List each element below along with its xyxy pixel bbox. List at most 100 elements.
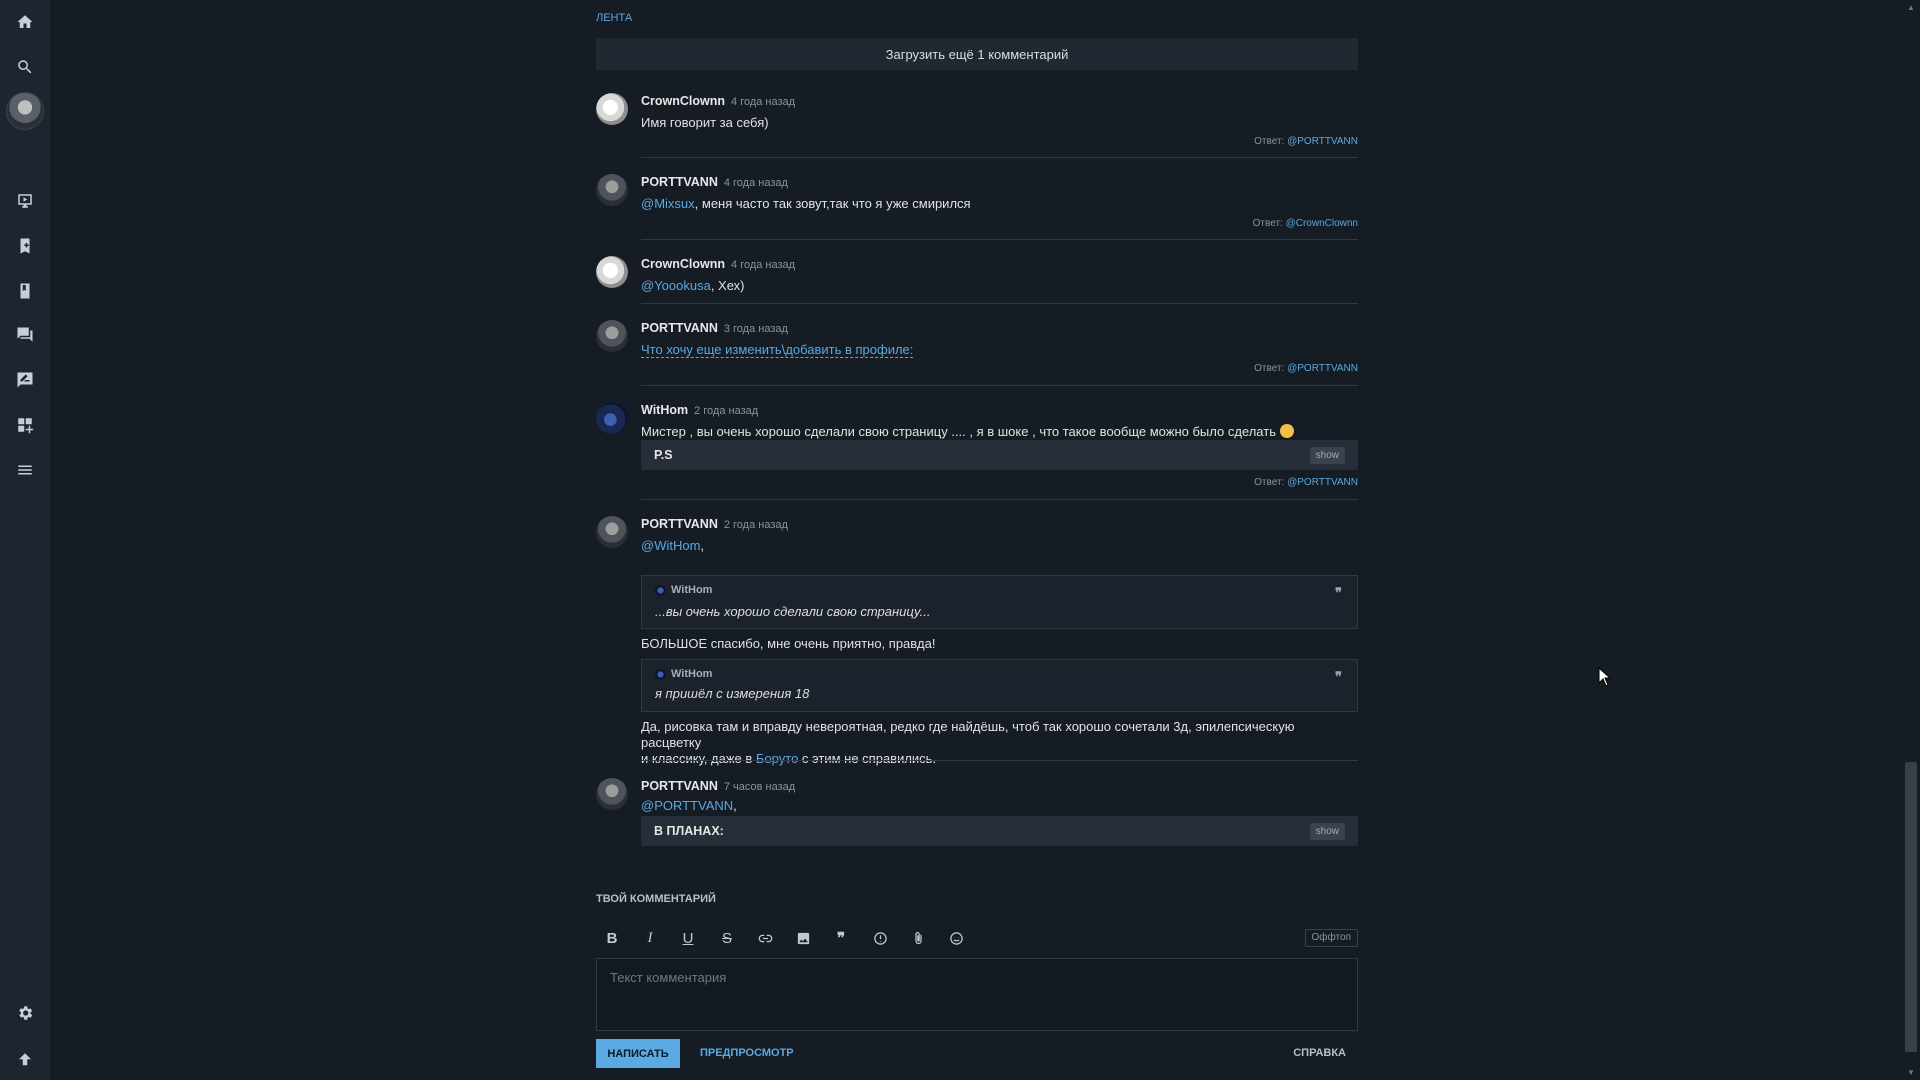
comment-author[interactable]: PORTTVANN (641, 320, 718, 336)
tv-icon (18, 194, 32, 208)
search-icon (18, 60, 32, 74)
forum-icon (17, 327, 33, 342)
submit-comment-button[interactable]: НАПИСАТЬ (596, 1039, 680, 1068)
comment-author[interactable]: PORTTVANN (641, 778, 718, 794)
comment-time: 2 года назад (694, 405, 759, 417)
comment-author[interactable]: PORTTVANN (641, 516, 718, 532)
spoiler-link[interactable]: Что хочу еще изменить\добавить в профиле… (641, 342, 914, 358)
home-icon (17, 15, 33, 28)
avatar[interactable] (596, 516, 628, 548)
sidebar-item-settings[interactable] (0, 995, 50, 1031)
quote-icon: ❞ (836, 930, 846, 947)
attach-button[interactable] (905, 925, 931, 951)
link-icon (758, 934, 772, 942)
comment-author[interactable]: CrownClownn (641, 256, 725, 272)
quote-author[interactable]: WitHom (671, 668, 712, 680)
spoiler-block: P.S show (641, 440, 1358, 470)
mention-link[interactable]: @PORTTVANN (641, 798, 733, 813)
avatar[interactable] (596, 320, 628, 352)
offtop-toggle[interactable]: Оффтоп (1304, 929, 1358, 947)
italic-button[interactable]: I (637, 925, 663, 951)
boruto-link[interactable]: Боруто (756, 751, 798, 766)
sidebar-item-watch[interactable] (0, 183, 50, 219)
scrollbar[interactable]: ▲ ▼ (1902, 0, 1920, 1080)
sidebar-item-bookmarks[interactable] (0, 228, 50, 264)
smile-icon (949, 931, 963, 945)
mention-link[interactable]: @Yoookusa (641, 278, 711, 293)
avatar[interactable] (596, 93, 628, 125)
comment-author[interactable]: PORTTVANN (641, 174, 718, 190)
sidebar (0, 0, 50, 1080)
comment-time: 2 года назад (723, 519, 788, 531)
smile-emoji-icon (1279, 424, 1294, 438)
reply-info: Ответ: @PORTTVANN (1254, 477, 1358, 488)
sidebar-item-search[interactable] (0, 49, 50, 85)
divider (641, 760, 1358, 761)
spoiler-show-button[interactable]: show (1309, 822, 1345, 840)
sidebar-item-library[interactable] (0, 273, 50, 309)
quote-block: WitHom ❞ ...вы очень хорошо сделали свою… (641, 575, 1358, 629)
avatar[interactable] (596, 402, 628, 434)
reply-mention[interactable]: @PORTTVANN (1287, 136, 1358, 147)
divider (641, 239, 1358, 240)
avatar[interactable] (596, 174, 628, 206)
mouse-cursor-icon (1598, 667, 1612, 687)
mention-link[interactable]: @Mixsux (641, 196, 695, 211)
arrow-up-icon (19, 1053, 31, 1066)
scroll-down-arrow-icon[interactable]: ▼ (1907, 1068, 1915, 1077)
reply-info: Ответ: @CrownClownn (1252, 218, 1358, 229)
comment-textarea[interactable] (596, 958, 1358, 1031)
message-edit-icon (17, 372, 33, 388)
link-button[interactable] (752, 925, 778, 951)
reply-mention[interactable]: @PORTTVANN (1287, 363, 1358, 374)
comment-author[interactable]: WitHom (641, 402, 688, 418)
mention-link[interactable]: @WitHom (641, 538, 700, 553)
quote-button[interactable]: ❞ (828, 925, 854, 951)
comment-author[interactable]: CrownClownn (641, 93, 725, 109)
avatar[interactable] (596, 256, 628, 288)
spoiler-button[interactable] (867, 925, 893, 951)
comment-time: 3 года назад (723, 323, 788, 335)
sidebar-item-catalog[interactable] (0, 407, 50, 443)
quote-block: WitHom ❞ я пришёл с измерения 18 (641, 659, 1358, 712)
divider (641, 157, 1358, 158)
avatar[interactable] (6, 92, 44, 130)
help-link[interactable]: СПРАВКА (1293, 1047, 1346, 1059)
avatar[interactable] (596, 778, 628, 810)
underline-button[interactable]: U (675, 925, 701, 951)
reply-mention[interactable]: @CrownClownn (1286, 218, 1358, 229)
image-icon (797, 932, 809, 944)
quote-author[interactable]: WitHom (671, 584, 712, 596)
preview-button[interactable]: ПРЕДПРОСМОТР (700, 1047, 794, 1059)
comment-text: Имя говорит за себя) (641, 115, 769, 130)
scrollbar-thumb[interactable] (1905, 762, 1917, 1052)
sidebar-item-menu[interactable] (0, 452, 50, 488)
comment-text: @WitHom, (641, 538, 705, 553)
comment-form-title: ТВОЙ КОММЕНТАРИЙ (596, 893, 716, 905)
bold-button[interactable]: B (599, 925, 625, 951)
image-button[interactable] (790, 925, 816, 951)
sidebar-item-forum[interactable] (0, 317, 50, 353)
load-more-comments-button[interactable]: Загрузить ещё 1 комментарий (596, 38, 1358, 70)
emoji-button[interactable] (943, 925, 969, 951)
sidebar-item-scroll-top[interactable] (0, 1042, 50, 1078)
scroll-up-arrow-icon[interactable]: ▲ (1907, 3, 1915, 12)
comment-text: @PORTTVANN, (641, 798, 737, 813)
paperclip-icon (914, 931, 922, 944)
divider (641, 303, 1358, 304)
comment-text: Мистер , вы очень хорошо сделали свою ст… (641, 424, 1358, 440)
reply-mention[interactable]: @PORTTVANN (1287, 477, 1358, 488)
feed-link[interactable]: ЛЕНТА (596, 12, 632, 24)
reply-info: Ответ: @PORTTVANN (1254, 363, 1358, 374)
strikethrough-button[interactable]: S (714, 925, 740, 951)
spoiler-show-button[interactable]: show (1309, 446, 1345, 464)
spoiler-title: P.S (654, 448, 673, 462)
sidebar-item-home[interactable] (0, 4, 50, 40)
menu-icon (18, 465, 32, 475)
quote-text: ...вы очень хорошо сделали свою страницу… (655, 604, 931, 619)
reply-info: Ответ: @PORTTVANN (1254, 136, 1358, 147)
quote-icon: ❞ (1335, 585, 1342, 600)
bookmark-icon (20, 238, 30, 254)
quote-icon: ❞ (1335, 669, 1342, 684)
sidebar-item-messages[interactable] (0, 362, 50, 398)
